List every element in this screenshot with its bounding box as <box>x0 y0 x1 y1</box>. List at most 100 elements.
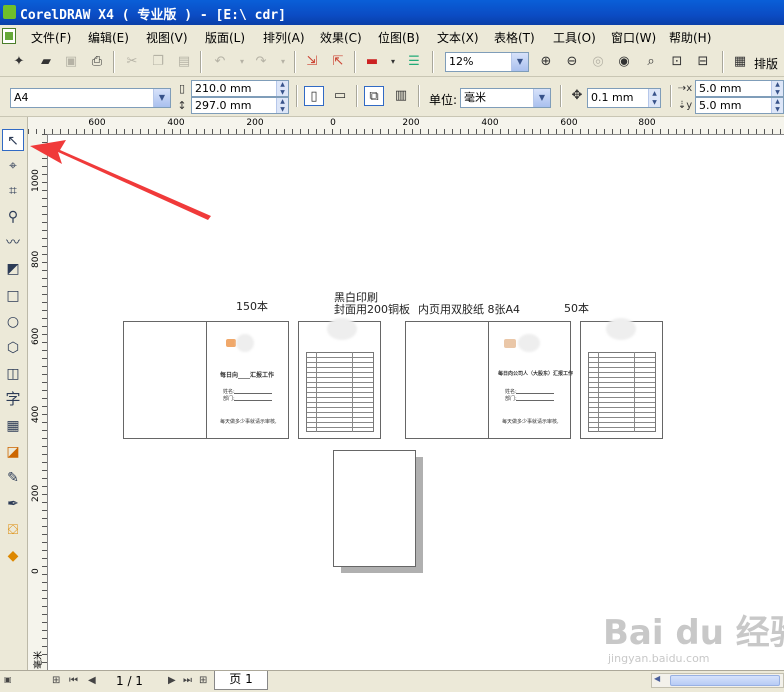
zoom-tool-icon[interactable]: ⚲ <box>2 206 24 228</box>
fill-tool-icon[interactable]: ⛋ <box>2 519 24 541</box>
inner-page-150[interactable] <box>298 318 381 439</box>
height-spinner-icon[interactable]: ▲ ▼ <box>276 98 288 113</box>
import-icon[interactable]: ⇲ <box>302 52 322 72</box>
outline-pen-tool-icon[interactable]: ✒ <box>2 493 24 515</box>
chevron-down-icon[interactable]: ▼ <box>153 89 170 107</box>
menu-file[interactable]: 文件(F) <box>31 29 71 46</box>
interactive-fill-tool-icon[interactable]: ◆ <box>2 545 24 567</box>
print-icon[interactable]: ⎙ <box>87 52 107 72</box>
menu-window[interactable]: 窗口(W) <box>611 29 656 46</box>
inner-page-50[interactable] <box>580 318 663 439</box>
crop-tool-icon[interactable]: ⌗ <box>2 180 24 202</box>
save-icon[interactable]: ▣ <box>61 52 81 72</box>
last-page-icon[interactable]: ⏭ <box>183 675 192 686</box>
cut-icon[interactable]: ✂ <box>122 52 142 72</box>
redo-dropdown-icon[interactable]: ▾ <box>273 52 293 72</box>
scroll-left-icon[interactable]: ◀ <box>654 674 660 683</box>
document-navigator-icon[interactable]: ▣ <box>4 675 12 684</box>
welcome-screen-icon[interactable]: ☰ <box>404 52 424 72</box>
dup-y-spinner-icon[interactable]: ▲ ▼ <box>771 98 783 113</box>
table-tool-icon[interactable]: ▦ <box>2 415 24 437</box>
insert-page-after-icon[interactable]: ⊞ <box>199 675 207 686</box>
page-tab-1[interactable]: 页 1 <box>214 671 268 690</box>
cover-spread-150[interactable]: 每日向____汇报工作 姓名: 部门: 每天做多少事就请示审核, <box>123 321 289 439</box>
dup-x-spinner-icon[interactable]: ▲ ▼ <box>771 81 783 96</box>
scrollbar-thumb[interactable] <box>670 675 780 686</box>
menu-help[interactable]: 帮助(H) <box>669 29 711 46</box>
text-tool-icon[interactable]: 字 <box>2 388 24 410</box>
paper-size-combo[interactable]: A4 ▼ <box>10 88 171 108</box>
ruler-v-label: 600 <box>31 327 41 345</box>
menu-arrange[interactable]: 排列(A) <box>263 29 305 46</box>
document-page[interactable] <box>333 450 416 567</box>
page-height-input[interactable]: 297.0 mm ▲ ▼ <box>191 97 289 114</box>
menu-view[interactable]: 视图(V) <box>146 29 188 46</box>
zoom-page-width-icon[interactable]: ⊡ <box>667 52 687 72</box>
paste-icon[interactable]: ▤ <box>174 52 194 72</box>
zoom-level-value: 12% <box>449 55 474 68</box>
menu-tools[interactable]: 工具(O) <box>553 29 596 46</box>
rectangle-tool-icon[interactable]: □ <box>2 285 24 307</box>
menu-layout[interactable]: 版面(L) <box>205 29 245 46</box>
ruler-v-label: 1000 <box>31 169 41 192</box>
pick-tool-icon[interactable]: ↖ <box>2 129 24 151</box>
polygon-tool-icon[interactable]: ⬡ <box>2 337 24 359</box>
next-page-icon[interactable]: ▶ <box>168 675 176 686</box>
chevron-down-icon[interactable]: ▼ <box>511 53 528 71</box>
zoom-all-objects-icon[interactable]: ◉ <box>614 52 634 72</box>
smart-fill-tool-icon[interactable]: ◩ <box>2 258 24 280</box>
drawing-canvas[interactable]: 150本 黑白印刷 封面用200铜板 内页用双胶纸 8张A4 50本 每日向__… <box>48 135 784 670</box>
units-combo[interactable]: 毫米 ▼ <box>460 88 551 108</box>
copy-icon[interactable]: ❐ <box>148 52 168 72</box>
application-launcher-icon[interactable]: ▬ <box>362 52 382 72</box>
redo-icon[interactable]: ↷ <box>251 52 271 72</box>
landscape-icon[interactable]: ▭ <box>330 86 350 106</box>
undo-dropdown-icon[interactable]: ▾ <box>232 52 252 72</box>
vertical-ruler[interactable]: 1000 800 600 400 200 0 毫米 <box>28 134 48 670</box>
open-folder-icon[interactable]: ▰ <box>36 52 56 72</box>
horizontal-ruler[interactable]: 600 400 200 0 200 400 600 800 <box>28 117 784 135</box>
nudge-spinner-icon[interactable]: ▲ ▼ <box>648 89 660 107</box>
new-document-icon[interactable]: ✦ <box>9 52 29 72</box>
cover-spread-50[interactable]: 每日向公司人（大股东）汇报工作 姓名: 部门: 每天做多少事就请示审核, <box>405 321 573 439</box>
nudge-distance-input[interactable]: 0.1 mm ▲ ▼ <box>587 88 661 108</box>
menu-table[interactable]: 表格(T) <box>494 29 535 46</box>
menu-effects[interactable]: 效果(C) <box>320 29 362 46</box>
horizontal-scrollbar[interactable]: ◀ <box>651 673 784 688</box>
eyedropper-tool-icon[interactable]: ✎ <box>2 467 24 489</box>
page-width-input[interactable]: 210.0 mm ▲ ▼ <box>191 80 289 97</box>
chevron-down-icon[interactable]: ▼ <box>533 89 550 107</box>
baidu-watermark-url: jingyan.baidu.com <box>608 652 710 665</box>
export-icon[interactable]: ⇱ <box>328 52 348 72</box>
interactive-blend-tool-icon[interactable]: ◪ <box>2 441 24 463</box>
ruler-ticks <box>42 134 47 670</box>
zoom-page-icon[interactable]: ⌕ <box>641 52 661 72</box>
freehand-tool-icon[interactable]: 〰 <box>2 232 24 254</box>
ellipse-tool-icon[interactable]: ○ <box>2 311 24 333</box>
shape-tool-icon[interactable]: ⌖ <box>2 155 24 177</box>
launcher-dropdown-icon[interactable]: ▾ <box>383 52 403 72</box>
typeset-icon[interactable]: ▦ <box>730 52 750 72</box>
duplicate-distance-y-input[interactable]: 5.0 mm ▲ ▼ <box>695 97 784 114</box>
all-pages-icon[interactable]: ⧉ <box>364 86 384 106</box>
duplicate-distance-x-input[interactable]: 5.0 mm ▲ ▼ <box>695 80 784 97</box>
insert-page-before-icon[interactable]: ⊞ <box>52 675 60 686</box>
zoom-out-icon[interactable]: ⊖ <box>562 52 582 72</box>
width-spinner-icon[interactable]: ▲ ▼ <box>276 81 288 96</box>
first-page-icon[interactable]: ⏮ <box>69 675 78 686</box>
zoom-selected-icon[interactable]: ◎ <box>588 52 608 72</box>
current-page-icon[interactable]: ▥ <box>391 86 411 106</box>
document-icon[interactable] <box>2 28 16 44</box>
menu-bitmaps[interactable]: 位图(B) <box>378 29 420 46</box>
zoom-level-combo[interactable]: 12% ▼ <box>445 52 529 72</box>
zoom-in-icon[interactable]: ⊕ <box>536 52 556 72</box>
typeset-label[interactable]: 排版 <box>754 55 778 72</box>
menu-text[interactable]: 文本(X) <box>437 29 479 46</box>
basic-shapes-tool-icon[interactable]: ◫ <box>2 363 24 385</box>
cover-note: 每天做多少事就请示审核, <box>220 419 277 425</box>
undo-icon[interactable]: ↶ <box>210 52 230 72</box>
zoom-page-height-icon[interactable]: ⊟ <box>693 52 713 72</box>
menu-edit[interactable]: 编辑(E) <box>88 29 129 46</box>
previous-page-icon[interactable]: ◀ <box>88 675 96 686</box>
portrait-icon[interactable]: ▯ <box>304 86 324 106</box>
